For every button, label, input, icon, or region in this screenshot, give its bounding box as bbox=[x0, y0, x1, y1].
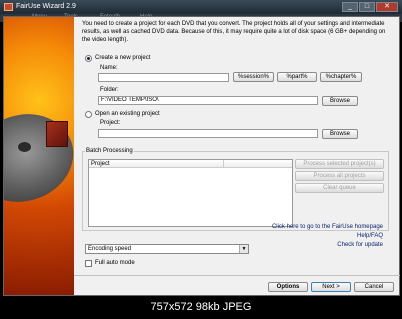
window-title: FairUse Wizard 2.9 bbox=[16, 3, 76, 10]
options-button[interactable]: Options bbox=[268, 282, 308, 292]
wizard-side-graphic bbox=[4, 17, 74, 295]
list-header: Project bbox=[89, 160, 292, 168]
disc-hole-graphic bbox=[18, 142, 31, 152]
part-token-button[interactable]: %part% bbox=[277, 72, 317, 82]
full-auto-checkbox[interactable] bbox=[85, 260, 92, 267]
folder-label: Folder: bbox=[100, 87, 119, 93]
dvd-disc-graphic bbox=[4, 101, 74, 215]
chapter-token-button[interactable]: %chapter% bbox=[320, 72, 362, 82]
chevron-down-icon[interactable]: ▼ bbox=[239, 245, 248, 253]
encoding-speed-select[interactable]: Encoding speed ▼ bbox=[85, 244, 249, 254]
folder-browse-button[interactable]: Browse bbox=[322, 96, 358, 106]
create-new-project-label: Create a new project bbox=[95, 55, 151, 61]
project-label: Project: bbox=[100, 120, 121, 126]
encoding-speed-value: Encoding speed bbox=[88, 246, 132, 252]
maximize-button[interactable]: □ bbox=[359, 2, 375, 12]
check-update-link[interactable]: Check for update bbox=[337, 242, 383, 248]
create-new-project-radio[interactable] bbox=[85, 55, 92, 62]
existing-project-input[interactable] bbox=[98, 129, 318, 138]
project-browse-button[interactable]: Browse bbox=[322, 129, 358, 139]
next-button[interactable]: Next > bbox=[311, 282, 351, 292]
close-button[interactable]: ✕ bbox=[376, 2, 398, 12]
minimize-button[interactable]: _ bbox=[342, 2, 358, 12]
column-header-extra[interactable] bbox=[224, 160, 292, 168]
open-existing-project-radio[interactable] bbox=[85, 111, 92, 118]
session-token-button[interactable]: %session% bbox=[233, 72, 274, 82]
clear-queue-button[interactable]: Clear queue bbox=[295, 183, 384, 193]
project-folder-input[interactable]: F:\VIDEO TEMP\ISO\ bbox=[98, 96, 318, 105]
title-bar[interactable]: FairUse Wizard 2.9 _ □ ✕ bbox=[0, 0, 402, 14]
wizard-dialog: You need to create a project for each DV… bbox=[3, 16, 400, 296]
footer-divider bbox=[74, 275, 400, 276]
batch-processing-label: Batch Processing bbox=[85, 148, 134, 154]
process-selected-button[interactable]: Process selected project(s) bbox=[295, 159, 384, 169]
cancel-button[interactable]: Cancel bbox=[354, 282, 394, 292]
column-header-project[interactable]: Project bbox=[89, 160, 224, 168]
box-graphic bbox=[46, 121, 68, 147]
full-auto-label: Full auto mode bbox=[95, 260, 135, 266]
app-icon bbox=[4, 3, 13, 11]
process-all-button[interactable]: Process all projects bbox=[295, 171, 384, 181]
batch-project-list[interactable]: Project bbox=[88, 159, 293, 227]
name-label: Name: bbox=[100, 65, 118, 71]
image-caption: 757x572 98kb JPEG bbox=[0, 296, 402, 319]
project-name-input[interactable] bbox=[98, 73, 229, 82]
help-faq-link[interactable]: Help/FAQ bbox=[357, 233, 383, 239]
homepage-link[interactable]: Click here to go to the FairUse homepage bbox=[272, 224, 383, 230]
open-existing-project-label: Open an existing project bbox=[95, 111, 160, 117]
intro-text: You need to create a project for each DV… bbox=[82, 21, 386, 43]
window-controls: _ □ ✕ bbox=[342, 2, 398, 12]
